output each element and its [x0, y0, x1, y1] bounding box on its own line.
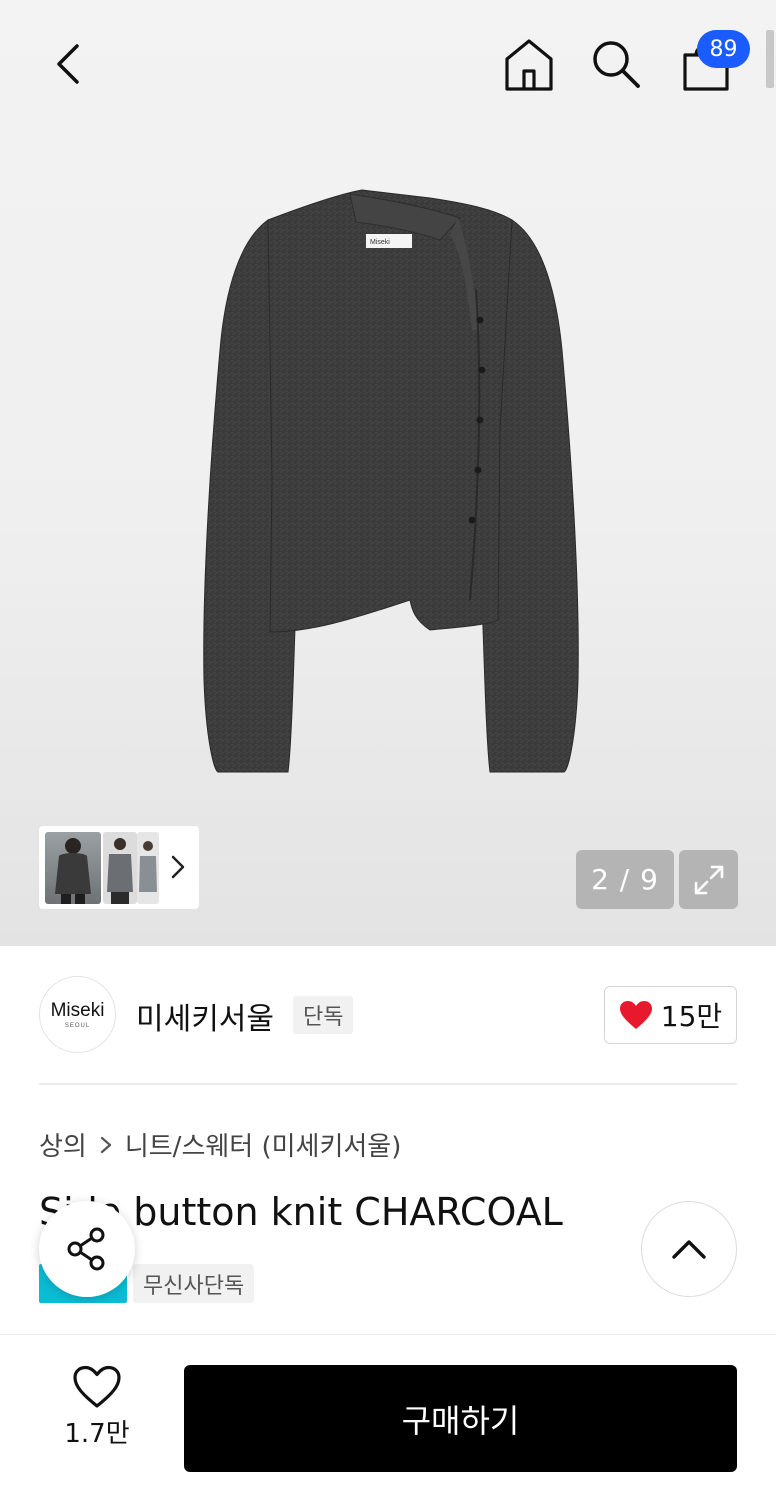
thumbnail-2[interactable] — [103, 832, 137, 904]
brand-logo-subtext: SEOUL — [64, 1022, 91, 1029]
product-gallery[interactable]: 89 Miseki 2 / 9 — [0, 0, 776, 946]
search-button[interactable] — [588, 34, 644, 94]
scroll-to-top-button[interactable] — [641, 1201, 737, 1297]
brand-exclusive-tag: 단독 — [293, 996, 354, 1034]
expand-image-button[interactable] — [679, 850, 738, 909]
wishlist-count: 1.7만 — [64, 1419, 130, 1449]
section-divider — [39, 1083, 737, 1085]
brand-like-button[interactable]: 15만 — [604, 986, 737, 1044]
chevron-right-icon[interactable] — [167, 851, 189, 883]
thumbnail-model-image — [55, 838, 91, 904]
wishlist-button[interactable]: 1.7만 — [52, 1365, 142, 1465]
thumbnail-model-image — [107, 838, 133, 904]
expand-icon — [694, 865, 723, 894]
purchase-bar: 1.7만 구매하기 — [0, 1334, 776, 1500]
brand-logo[interactable]: Miseki SEOUL — [39, 976, 116, 1053]
back-button[interactable] — [40, 34, 96, 94]
badge-exclusive: 무신사단독 — [133, 1264, 255, 1303]
home-icon — [505, 39, 553, 91]
thumbnail-model-image — [139, 841, 157, 892]
share-button[interactable] — [39, 1201, 135, 1297]
chevron-up-icon — [672, 1240, 706, 1259]
chevron-left-icon — [57, 44, 79, 84]
heart-filled-icon — [619, 1001, 652, 1029]
share-icon — [67, 1227, 105, 1271]
breadcrumb-category[interactable]: 상의 — [39, 1126, 87, 1163]
brand-name-link[interactable]: 미세키서울 — [136, 994, 274, 1038]
product-main-image: Miseki — [203, 189, 579, 773]
image-page-counter: 2 / 9 — [576, 850, 674, 909]
heart-outline-icon — [73, 1365, 121, 1408]
scroll-indicator — [766, 30, 774, 88]
brand-logo-text: Miseki — [50, 999, 105, 1021]
thumbnail-3[interactable] — [137, 832, 159, 904]
buy-button[interactable]: 구매하기 — [184, 1365, 737, 1472]
search-icon — [593, 41, 640, 88]
cart-count-badge: 89 — [697, 30, 750, 68]
thumbnail-1[interactable] — [45, 832, 101, 904]
chevron-right-icon — [100, 1136, 111, 1153]
thumbnail-strip[interactable] — [39, 826, 199, 909]
brand-like-count: 15만 — [660, 1000, 723, 1033]
svg-text:Miseki: Miseki — [370, 239, 390, 246]
brand-row: Miseki SEOUL 미세키서울 단독 15만 — [0, 946, 776, 1084]
breadcrumb-subcategory[interactable]: 니트/스웨터 (미세키서울) — [125, 1126, 402, 1163]
home-button[interactable] — [500, 34, 558, 94]
breadcrumb: 상의 니트/스웨터 (미세키서울) — [39, 1126, 401, 1163]
